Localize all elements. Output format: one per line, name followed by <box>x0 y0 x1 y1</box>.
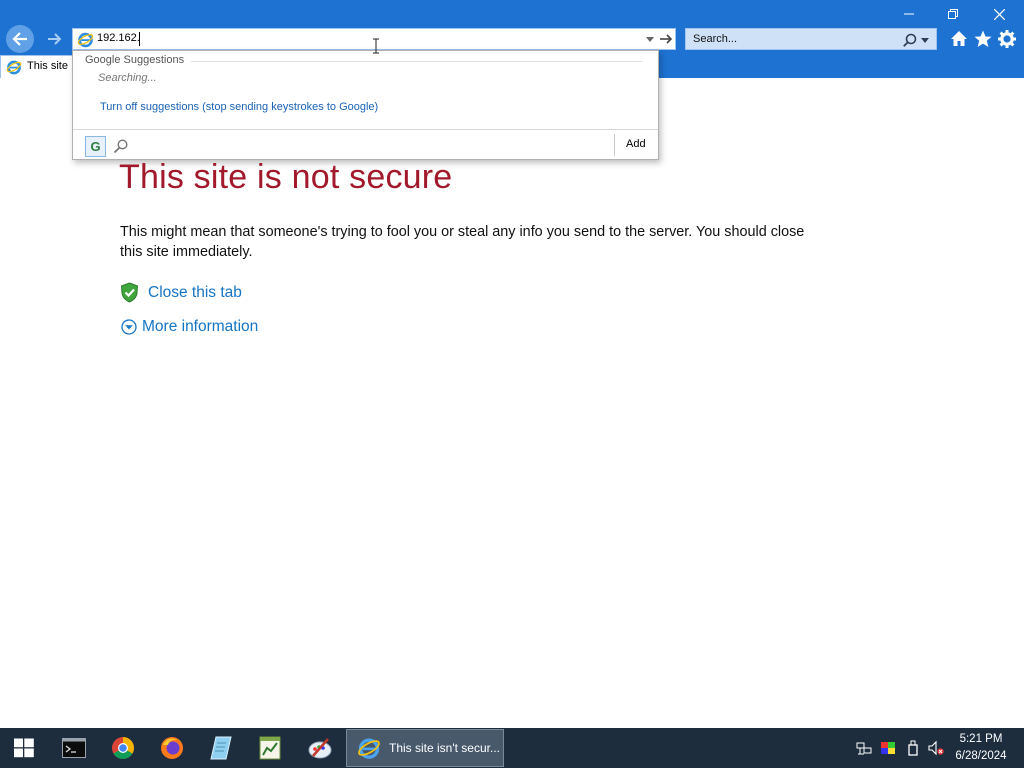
screen: 192.162. Search... This site Google Sugg… <box>0 0 1024 768</box>
gear-icon[interactable] <box>997 29 1017 49</box>
home-icon[interactable] <box>949 29 969 49</box>
color-display-icon[interactable] <box>880 740 896 756</box>
divider <box>191 61 643 62</box>
turn-off-suggestions-link[interactable]: Turn off suggestions (stop sending keyst… <box>100 101 378 113</box>
firefox-icon <box>161 737 183 759</box>
terminal-taskbar-button[interactable] <box>50 728 98 768</box>
browser-tab[interactable]: This site <box>0 55 76 78</box>
chevron-down-icon[interactable] <box>645 34 655 44</box>
google-provider-icon[interactable]: G <box>85 136 106 157</box>
start-button[interactable] <box>0 728 48 768</box>
taskbar: This site isn't secur... 5:21 PM 6/28/20… <box>0 728 1024 768</box>
address-input[interactable]: 192.162. <box>97 32 140 44</box>
minimize-button[interactable] <box>886 0 932 28</box>
shield-check-icon <box>120 282 139 303</box>
clock-date: 6/28/2024 <box>955 750 1007 762</box>
chrome-taskbar-button[interactable] <box>99 728 147 768</box>
more-information-link[interactable]: More information <box>121 318 258 336</box>
forward-button[interactable] <box>42 27 66 51</box>
arrow-right-icon <box>48 33 62 45</box>
search-icon[interactable] <box>902 32 918 48</box>
paint-icon <box>308 738 332 759</box>
close-window-button[interactable] <box>976 0 1022 28</box>
back-button[interactable] <box>6 25 34 53</box>
address-suggestions-dropdown: Google Suggestions Searching... Turn off… <box>72 50 659 160</box>
text-cursor-icon <box>373 38 379 54</box>
windows-start-icon <box>14 738 34 758</box>
ie-taskbar-button-active[interactable]: This site isn't secur... <box>346 729 504 767</box>
clock-time: 5:21 PM <box>959 733 1003 745</box>
find-on-page-icon[interactable] <box>113 138 129 154</box>
more-information-label[interactable]: More information <box>142 318 258 336</box>
paint-taskbar-button[interactable] <box>296 728 344 768</box>
warning-description: This might mean that someone's trying to… <box>120 224 805 260</box>
chart-app-icon <box>259 736 281 760</box>
search-input[interactable]: Search... <box>693 33 737 45</box>
terminal-icon <box>62 738 86 758</box>
chart-app-taskbar-button[interactable] <box>246 728 294 768</box>
restore-button[interactable] <box>930 0 976 28</box>
active-window-label: This site isn't secur... <box>389 741 500 755</box>
search-provider-bar: G Add <box>73 129 658 159</box>
text-caret <box>139 32 140 46</box>
close-tab-link-label[interactable]: Close this tab <box>148 284 242 302</box>
close-tab-link[interactable]: Close this tab <box>120 282 242 303</box>
chevron-down-icon[interactable] <box>920 36 930 44</box>
internet-explorer-icon <box>6 60 22 75</box>
internet-explorer-icon <box>77 32 94 48</box>
favorites-star-icon[interactable] <box>973 29 993 49</box>
restore-icon <box>948 9 958 19</box>
internet-explorer-icon <box>358 738 380 759</box>
tab-title: This site <box>27 60 68 72</box>
divider <box>614 134 615 156</box>
expand-chevron-icon <box>121 319 137 335</box>
volume-muted-icon[interactable] <box>928 740 944 756</box>
suggestions-header: Google Suggestions <box>85 54 185 66</box>
minimize-icon <box>904 13 914 15</box>
chrome-icon <box>112 737 134 759</box>
close-icon <box>993 8 1005 20</box>
suggestions-status: Searching... <box>98 72 157 84</box>
notepad-taskbar-button[interactable] <box>197 728 245 768</box>
add-provider-button[interactable]: Add <box>626 138 646 150</box>
search-box[interactable]: Search... <box>685 28 937 50</box>
page-title: This site is not secure <box>119 158 453 196</box>
usb-device-icon[interactable] <box>905 740 921 756</box>
system-clock[interactable]: 5:21 PM 6/28/2024 <box>948 731 1014 765</box>
network-icon[interactable] <box>856 740 872 756</box>
go-arrow-icon[interactable] <box>659 32 673 46</box>
arrow-left-icon <box>12 32 27 46</box>
firefox-taskbar-button[interactable] <box>148 728 196 768</box>
notepad-icon <box>210 736 232 760</box>
